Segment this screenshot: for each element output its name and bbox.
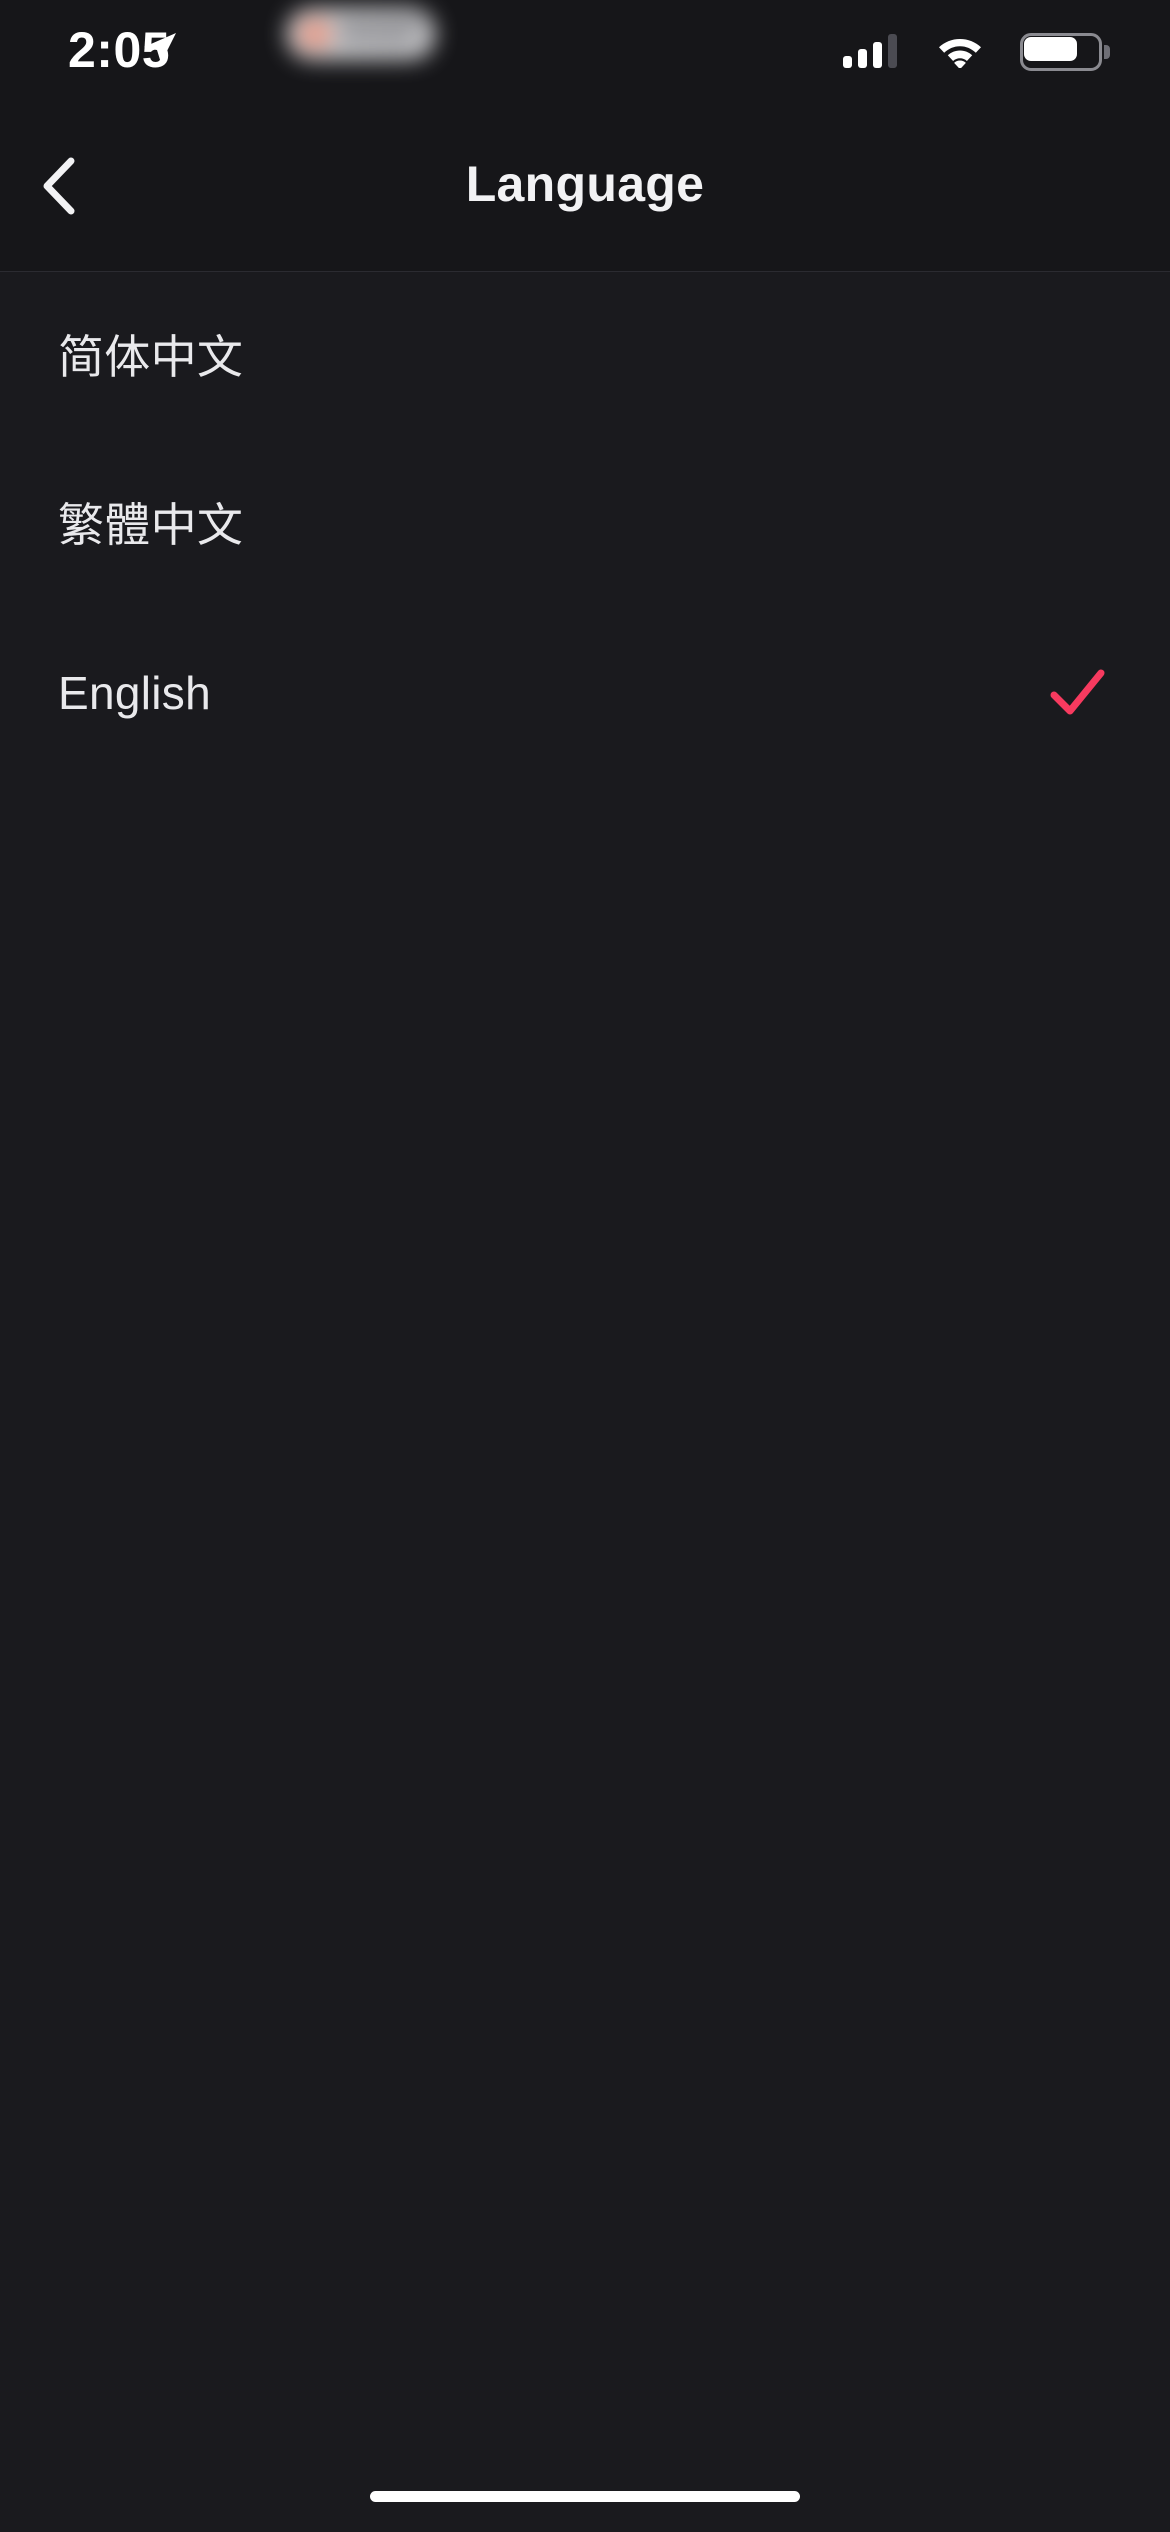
list-item-label: 简体中文: [58, 331, 244, 383]
battery-icon: [1020, 33, 1110, 71]
list-item-label: English: [58, 667, 211, 719]
cellular-signal-icon: [843, 32, 905, 68]
list-item-english[interactable]: English: [0, 609, 1170, 777]
page-title: Language: [465, 156, 705, 212]
check-icon: [1046, 662, 1108, 724]
phone-screen: 2:05 Language 简体中文 繁體中文 English: [0, 0, 1170, 2532]
status-bar: 2:05: [0, 0, 1170, 96]
location-arrow-icon: [138, 27, 180, 69]
navigation-bar: Language: [0, 96, 1170, 272]
wifi-icon: [935, 30, 985, 68]
dynamic-island-activity: [286, 8, 436, 60]
list-item-simplified-chinese[interactable]: 简体中文: [0, 273, 1170, 441]
home-indicator: [370, 2491, 800, 2502]
list-item-traditional-chinese[interactable]: 繁體中文: [0, 441, 1170, 609]
list-item-label: 繁體中文: [58, 499, 244, 551]
language-list: 简体中文 繁體中文 English: [0, 273, 1170, 777]
